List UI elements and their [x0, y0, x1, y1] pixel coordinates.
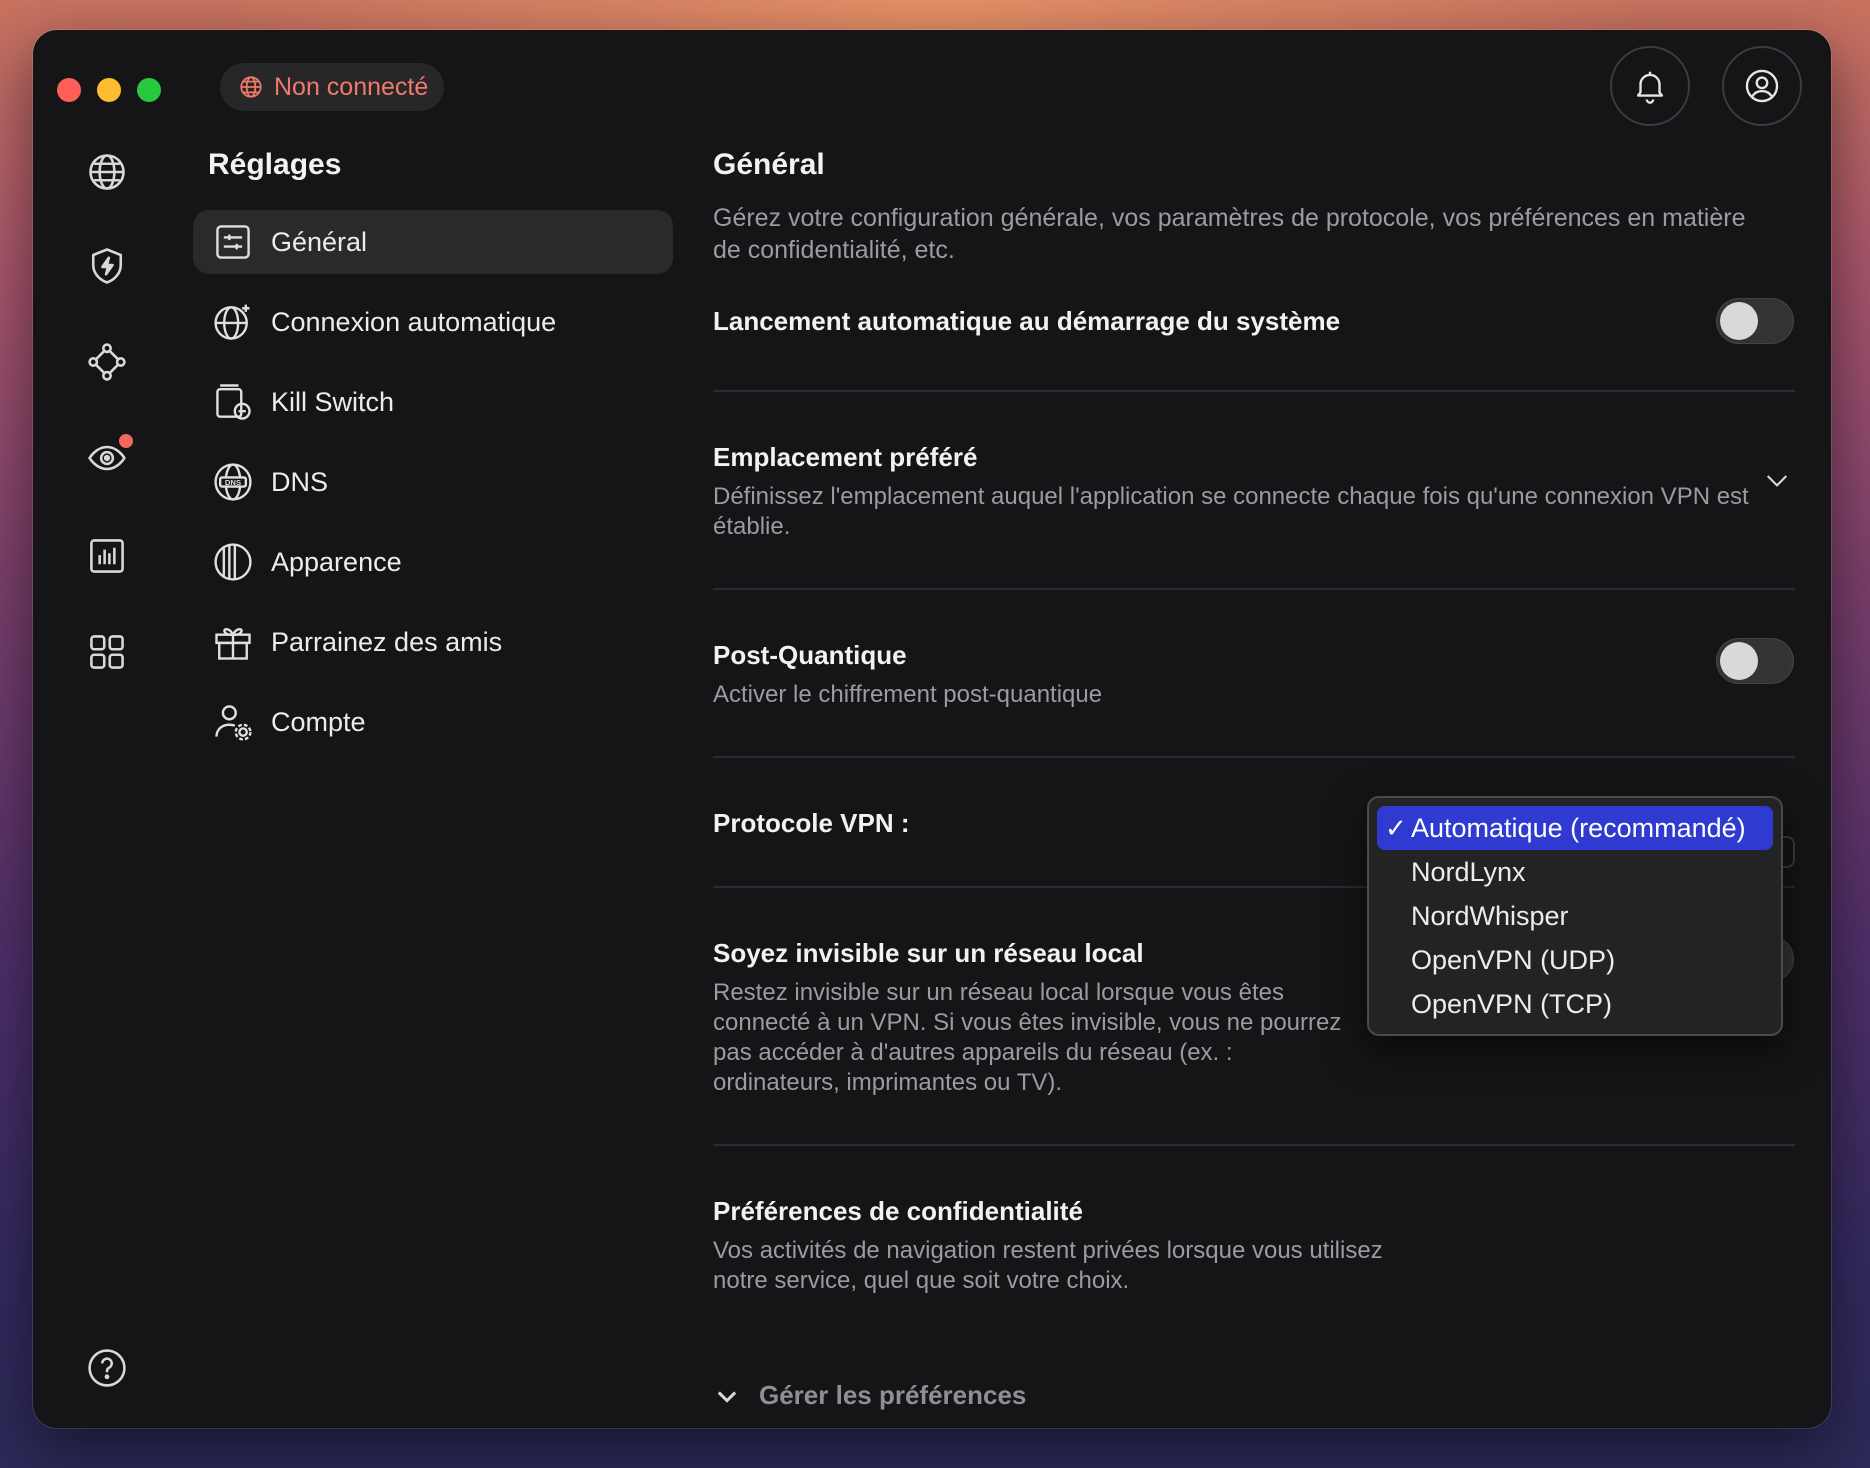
- description-line: Restez invisible sur un réseau local lor…: [713, 979, 1284, 1006]
- nav-item-label: Kill Switch: [271, 386, 395, 417]
- globe-icon: [240, 76, 262, 98]
- invisible-lan-description: Restez invisible sur un réseau local lor…: [713, 978, 1341, 1098]
- post-quantum-title: Post-Quantique: [713, 640, 907, 670]
- kill-switch-icon: [216, 384, 251, 420]
- divider: [713, 390, 1795, 392]
- toggle-knob: [1720, 642, 1758, 680]
- nav-item-appearance[interactable]: Apparence: [193, 530, 673, 594]
- rail-vpn-button[interactable]: [85, 150, 129, 194]
- rail-help-button[interactable]: [85, 1346, 129, 1390]
- svg-text:DNS: DNS: [225, 478, 241, 487]
- shield-bolt-icon: [91, 248, 123, 284]
- privacy-preferences-description: Vos activités de navigation restent priv…: [713, 1236, 1383, 1296]
- preferred-location-description: Définissez l'emplacement auquel l'applic…: [713, 483, 1749, 540]
- rail-threat-protection-button[interactable]: [85, 244, 129, 288]
- notification-badge: [119, 434, 133, 448]
- rail-stats-button[interactable]: [85, 534, 129, 578]
- nav-item-label: Connexion automatique: [271, 306, 557, 337]
- nav-item-label: Général: [271, 226, 368, 257]
- nav-item-label: DNS: [271, 466, 329, 497]
- dns-icon: DNS: [214, 463, 252, 501]
- description-line: connecté à un VPN. Si vous êtes invisibl…: [713, 1009, 1342, 1036]
- nav-item-account[interactable]: Compte: [193, 690, 673, 754]
- manage-preferences-label: Gérer les préférences: [759, 1380, 1027, 1410]
- checkmark-icon: ✓: [1385, 812, 1407, 843]
- protocol-option-nordlynx[interactable]: NordLynx: [1377, 850, 1773, 894]
- post-quantum-toggle[interactable]: [1716, 638, 1794, 684]
- description-line: Vos activités de navigation restent priv…: [713, 1237, 1383, 1264]
- minimize-window-button[interactable]: [97, 78, 121, 102]
- meshnet-icon: [88, 343, 126, 381]
- bell-icon: [1636, 71, 1664, 104]
- nav-item-general[interactable]: Général: [193, 210, 673, 274]
- preferred-location-title: Emplacement préféré: [713, 442, 978, 472]
- protocol-option-openvpn-udp[interactable]: OpenVPN (UDP): [1377, 938, 1773, 982]
- description-line: pas accéder à d'autres appareils du rése…: [713, 1039, 1233, 1066]
- close-window-button[interactable]: [57, 78, 81, 102]
- post-quantum-description: Activer le chiffrement post-quantique: [713, 681, 1103, 708]
- nav-item-dns[interactable]: DNS DNS: [193, 450, 673, 514]
- description-line: ordinateurs, imprimantes ou TV).: [713, 1069, 1063, 1096]
- autostart-title: Lancement automatique au démarrage du sy…: [713, 306, 1341, 336]
- option-label: NordWhisper: [1411, 900, 1569, 931]
- vpn-protocol-title: Protocole VPN :: [713, 808, 910, 838]
- manage-preferences-button[interactable]: Gérer les préférences: [713, 1380, 1026, 1411]
- settings-title: Réglages: [208, 148, 342, 181]
- rail-apps-button[interactable]: [85, 630, 129, 674]
- gift-icon: [215, 627, 251, 660]
- account-button[interactable]: [1722, 46, 1802, 126]
- option-label: Automatique (recommandé): [1411, 812, 1746, 843]
- page-description: Gérez votre configuration générale, vos …: [713, 204, 1746, 264]
- globe-icon: [89, 154, 125, 190]
- divider: [713, 1144, 1795, 1146]
- toggle-knob: [1720, 302, 1758, 340]
- stats-icon: [90, 539, 124, 573]
- nav-item-auto-connect[interactable]: Connexion automatique: [193, 290, 673, 354]
- chevron-down-icon: [717, 1390, 737, 1403]
- option-label: OpenVPN (TCP): [1411, 988, 1613, 1019]
- description-line: notre service, quel que soit votre choix…: [713, 1267, 1130, 1294]
- help-icon: [88, 1349, 126, 1387]
- page-title: Général: [713, 148, 825, 181]
- nav-item-label: Apparence: [271, 546, 402, 577]
- nav-item-label: Compte: [271, 706, 366, 737]
- connection-status-label: Non connecté: [274, 72, 429, 101]
- zoom-window-button[interactable]: [137, 78, 161, 102]
- divider: [713, 756, 1795, 758]
- notifications-button[interactable]: [1610, 46, 1690, 126]
- vpn-protocol-dropdown: ✓ Automatique (recommandé) NordLynx Nord…: [1367, 796, 1783, 1036]
- invisible-lan-title: Soyez invisible sur un réseau local: [713, 938, 1144, 968]
- option-label: NordLynx: [1411, 856, 1526, 887]
- rail-dark-web-monitor-button[interactable]: [85, 434, 133, 480]
- sliders-icon: [216, 225, 250, 259]
- connection-status-pill[interactable]: Non connecté: [220, 63, 445, 111]
- account-settings-icon: [215, 705, 252, 741]
- app-window: Non connecté Réglages Général Connexion …: [33, 30, 1831, 1428]
- nav-item-kill-switch[interactable]: Kill Switch: [193, 370, 673, 434]
- nav-item-refer-friends[interactable]: Parrainez des amis: [193, 610, 673, 674]
- option-label: OpenVPN (UDP): [1411, 944, 1616, 975]
- nav-item-label: Parrainez des amis: [271, 626, 503, 657]
- protocol-option-automatic[interactable]: ✓ Automatique (recommandé): [1377, 806, 1773, 850]
- protocol-option-openvpn-tcp[interactable]: OpenVPN (TCP): [1377, 982, 1773, 1026]
- autostart-toggle[interactable]: [1716, 298, 1794, 344]
- protocol-option-nordwhisper[interactable]: NordWhisper: [1377, 894, 1773, 938]
- globe-sparkle-icon: [214, 304, 250, 340]
- apps-grid-icon: [90, 635, 124, 669]
- privacy-preferences-title: Préférences de confidentialité: [713, 1196, 1083, 1226]
- account-icon: [1745, 69, 1779, 103]
- divider: [713, 588, 1795, 590]
- appearance-icon: [214, 543, 252, 581]
- rail-meshnet-button[interactable]: [85, 340, 129, 384]
- chevron-down-icon[interactable]: [1761, 464, 1793, 496]
